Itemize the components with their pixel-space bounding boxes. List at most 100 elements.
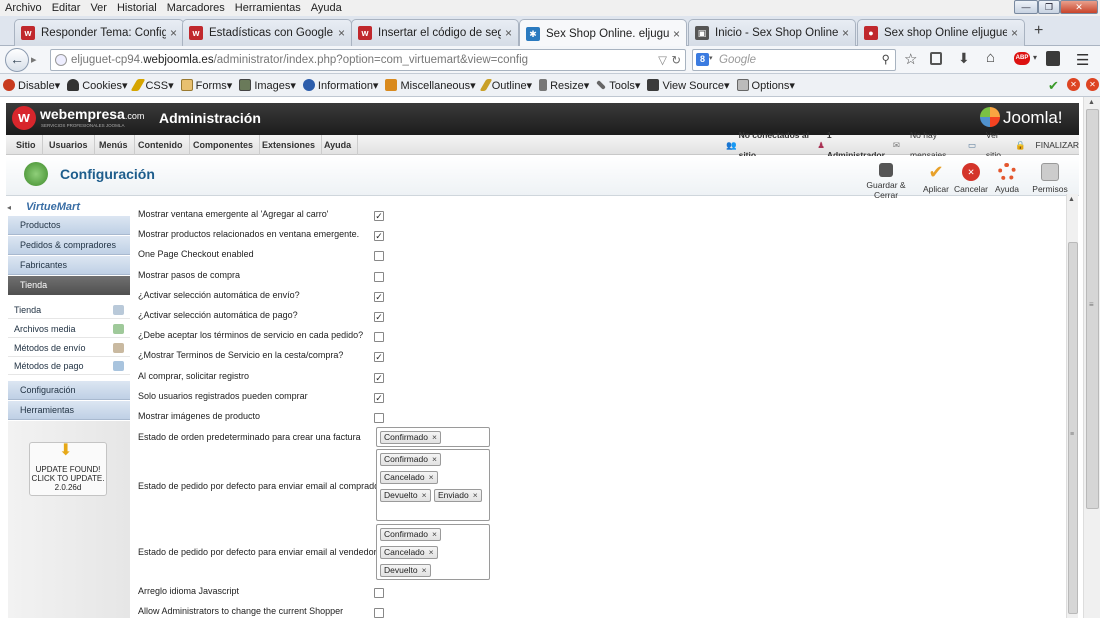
save-close-button[interactable]: Guardar & Cerrar	[855, 161, 917, 200]
sidebar-subitem-shipping[interactable]: Métodos de envío	[8, 339, 130, 357]
hamburger-menu-icon[interactable]: ☰	[1076, 51, 1089, 69]
dropdown-arrow-icon[interactable]: ▽	[658, 53, 667, 67]
checkbox-registered-only[interactable]: ✓	[374, 393, 384, 403]
search-icon[interactable]: ⚲	[882, 52, 890, 66]
tab-sexshop-active[interactable]: ✱ Sex Shop Online. eljuguete... ×	[519, 19, 687, 47]
checkbox-checkout-steps[interactable]	[374, 272, 384, 282]
checkbox-product-images[interactable]	[374, 413, 384, 423]
tab-estadisticas[interactable]: w Estadísticas con Google An... ×	[182, 19, 352, 46]
close-window-button[interactable]: ✕	[1060, 0, 1098, 14]
invoice-status-select[interactable]: Confirmado ×	[376, 427, 490, 447]
page-scrollbar[interactable]: ▲ ≡	[1083, 97, 1100, 618]
sidebar-subitem-shop[interactable]: Tienda	[8, 301, 130, 319]
scroll-up-icon[interactable]: ▲	[1068, 196, 1075, 203]
minimize-button[interactable]: —	[1014, 0, 1038, 14]
remove-tag-icon[interactable]: ×	[429, 547, 434, 557]
sidebar-item-products[interactable]: Productos	[8, 216, 130, 235]
remove-tag-icon[interactable]: ×	[473, 490, 478, 500]
checkbox-popup-cart[interactable]: ✓	[374, 211, 384, 221]
checkbox-auto-shipment[interactable]: ✓	[374, 292, 384, 302]
adblock-dropdown-icon[interactable]: ▾	[1033, 53, 1037, 62]
search-input[interactable]: 8 ▾ Google ⚲	[692, 49, 896, 71]
menu-herramientas[interactable]: Herramientas	[230, 2, 306, 14]
remove-tag-icon[interactable]: ×	[429, 472, 434, 482]
sidebar-item-shop[interactable]: Tienda	[8, 276, 130, 295]
engine-dropdown-icon[interactable]: ▾	[709, 54, 713, 62]
close-tab-icon[interactable]: ×	[1011, 26, 1018, 40]
restore-button[interactable]: ❐	[1038, 0, 1060, 14]
checkbox-auto-payment[interactable]: ✓	[374, 312, 384, 322]
close-tab-icon[interactable]: ×	[673, 27, 680, 41]
status-messages[interactable]: ✉ No hay mensajes	[893, 130, 960, 160]
url-bar[interactable]: eljuguet-cp94. webjoomla.es/administrator…	[50, 49, 686, 71]
sidebar-item-orders[interactable]: Pedidos & compradores	[8, 236, 130, 255]
seller-email-status-select[interactable]: Confirmado × Cancelado × Devuelto ×	[376, 524, 490, 580]
addon-icon[interactable]	[1046, 51, 1060, 66]
dev-cookies-menu[interactable]: Cookies▾	[67, 79, 127, 92]
close-tab-icon[interactable]: ×	[505, 26, 512, 40]
buyer-email-status-select[interactable]: Confirmado × Cancelado × Devuelto × Enviado…	[376, 449, 490, 521]
sidebar-item-tools[interactable]: Herramientas	[8, 401, 130, 420]
help-button[interactable]: Ayuda	[985, 161, 1029, 194]
menu-componentes[interactable]: Componentes	[187, 135, 261, 155]
remove-tag-icon[interactable]: ×	[432, 454, 437, 464]
menu-contenido[interactable]: Contenido	[132, 135, 190, 155]
tab-insertar[interactable]: w Insertar el código de seguí... ×	[351, 19, 519, 46]
checkbox-require-register[interactable]: ✓	[374, 373, 384, 383]
menu-ayuda-joomla[interactable]: Ayuda	[318, 135, 359, 155]
dev-outline-menu[interactable]: Outline▾	[479, 79, 532, 92]
remove-tag-icon[interactable]: ×	[422, 490, 427, 500]
view-site-link[interactable]: ▭ Ver sitio	[968, 130, 1007, 160]
page-scroll-thumb[interactable]: ≡	[1086, 109, 1099, 509]
collapse-arrow-icon[interactable]: ◂	[7, 203, 11, 212]
sidebar-subitem-payment[interactable]: Métodos de pago	[8, 357, 130, 375]
menu-menus[interactable]: Menús	[93, 135, 135, 155]
remove-tag-icon[interactable]: ×	[422, 565, 427, 575]
validation-ok-icon[interactable]: ✔	[1048, 78, 1059, 94]
dev-forms-menu[interactable]: Forms▾	[180, 79, 232, 92]
checkbox-js-fix[interactable]	[374, 588, 384, 598]
adblock-icon[interactable]: ABP	[1014, 52, 1030, 65]
checkbox-accept-tos[interactable]	[374, 332, 384, 342]
menu-editar[interactable]: Editar	[47, 2, 86, 14]
checkbox-admin-shopper[interactable]	[374, 608, 384, 618]
sidebar-item-configuration[interactable]: Configuración	[8, 381, 130, 400]
remove-tag-icon[interactable]: ×	[432, 432, 437, 442]
dev-css-menu[interactable]: CSS▾	[131, 79, 174, 92]
dev-options-menu[interactable]: Options▾	[736, 79, 795, 92]
tab-responder[interactable]: w Responder Tema: Configur... ×	[14, 19, 184, 46]
menu-extensiones[interactable]: Extensiones	[256, 135, 323, 155]
menu-sitio[interactable]: Sitio	[10, 135, 43, 155]
dev-information-menu[interactable]: Information▾	[302, 79, 378, 92]
close-tab-icon[interactable]: ×	[842, 26, 849, 40]
dev-tools-menu[interactable]: Tools▾	[596, 79, 640, 92]
close-tab-icon[interactable]: ×	[170, 26, 177, 40]
close-tab-icon[interactable]: ×	[338, 26, 345, 40]
dev-disable-menu[interactable]: Disable▾	[3, 79, 60, 92]
menu-historial[interactable]: Historial	[112, 2, 162, 14]
bookmarks-list-icon[interactable]	[930, 52, 942, 65]
tab-inicio[interactable]: ▣ Inicio - Sex Shop Online. elj... ×	[688, 19, 856, 46]
sidebar-item-manufacturers[interactable]: Fabricantes	[8, 256, 130, 275]
permissions-button[interactable]: Permisos	[1028, 161, 1072, 194]
back-arrow-icon[interactable]: ←	[5, 48, 29, 72]
bookmark-star-icon[interactable]: ☆	[904, 50, 917, 68]
remove-tag-icon[interactable]: ×	[432, 529, 437, 539]
checkbox-one-page-checkout[interactable]	[374, 251, 384, 261]
dev-images-menu[interactable]: Images▾	[239, 79, 296, 92]
dev-resize-menu[interactable]: Resize▾	[539, 79, 589, 92]
error-icon[interactable]: ✕	[1067, 78, 1080, 91]
menu-marcadores[interactable]: Marcadores	[162, 2, 230, 14]
menu-usuarios[interactable]: Usuarios	[43, 135, 95, 155]
reload-icon[interactable]: ↻	[671, 53, 681, 67]
new-tab-icon[interactable]: +	[1034, 22, 1043, 40]
checkbox-related-popup[interactable]: ✓	[374, 231, 384, 241]
form-scroll-thumb[interactable]: ≡	[1068, 242, 1078, 614]
forward-arrow-icon[interactable]: ▸	[31, 53, 37, 66]
home-icon[interactable]: ⌂	[986, 49, 995, 66]
menu-archivo[interactable]: Archivo	[0, 2, 47, 14]
page-scroll-up-icon[interactable]: ▲	[1088, 99, 1095, 106]
download-icon[interactable]: ⬇	[958, 50, 970, 67]
error-icon-2[interactable]: ✕	[1086, 78, 1099, 91]
sidebar-subitem-media[interactable]: Archivos media	[8, 320, 130, 338]
